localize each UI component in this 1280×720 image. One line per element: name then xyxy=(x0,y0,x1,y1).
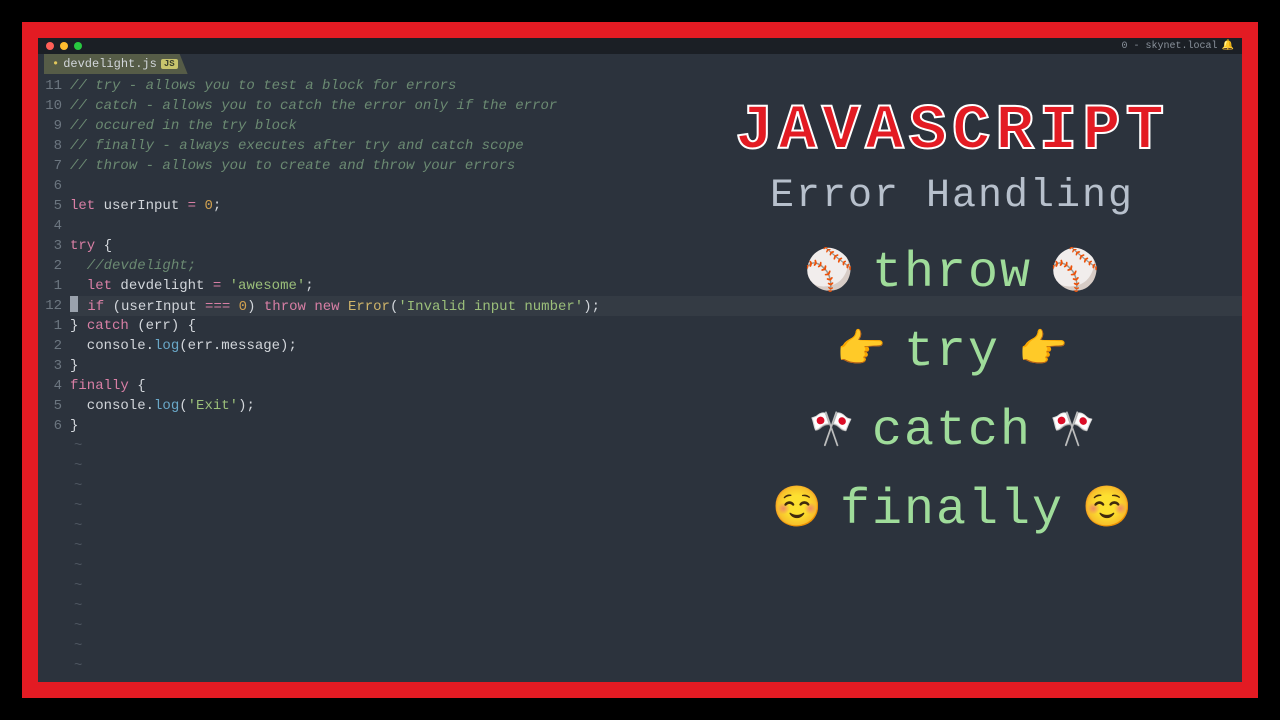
minimize-icon[interactable] xyxy=(60,42,68,50)
window-status: 0 - skynet.local 🔔 xyxy=(1122,40,1234,52)
line-number: 9 xyxy=(38,116,62,136)
js-badge: JS xyxy=(161,59,178,69)
tab-filename: devdelight.js xyxy=(63,57,157,71)
line-number-gutter: 11 10 9 8 7 6 5 4 3 2 1 12 1 2 3 4 5 6 xyxy=(38,76,70,682)
line-number: 2 xyxy=(38,336,62,356)
keyword-list: ⚾ throw ⚾ 👉 try 👉 🎌 catch 🎌 ☺️ finally xyxy=(772,245,1132,539)
keyword-row-catch: 🎌 catch 🎌 xyxy=(809,403,1095,460)
line-number: 1 xyxy=(38,316,62,336)
line-number: 4 xyxy=(38,376,62,396)
window-titlebar: 0 - skynet.local 🔔 xyxy=(38,38,1242,54)
line-number: 5 xyxy=(38,196,62,216)
cursor-icon xyxy=(70,296,78,312)
line-number: 3 xyxy=(38,236,62,256)
keyword-label: throw xyxy=(872,245,1032,302)
editor-window: 0 - skynet.local 🔔 • devdelight.js JS 11… xyxy=(38,38,1242,682)
line-number: 11 xyxy=(38,76,62,96)
overlay-title: JAVASCRIPT xyxy=(735,100,1169,164)
pointing-hand-icon: 👉 xyxy=(836,333,886,373)
keyword-row-finally: ☺️ finally ☺️ xyxy=(772,482,1132,539)
line-number: 5 xyxy=(38,396,62,416)
keyword-label: try xyxy=(904,324,1000,381)
line-number: 12 xyxy=(38,296,62,316)
keyword-label: catch xyxy=(872,403,1032,460)
thumbnail-frame: 0 - skynet.local 🔔 • devdelight.js JS 11… xyxy=(22,22,1258,698)
zoom-icon[interactable] xyxy=(74,42,82,50)
file-tab[interactable]: • devdelight.js JS xyxy=(44,54,188,74)
title-overlay: JAVASCRIPT Error Handling ⚾ throw ⚾ 👉 tr… xyxy=(662,82,1242,644)
line-number: 8 xyxy=(38,136,62,156)
overlay-subtitle: Error Handling xyxy=(770,174,1134,219)
smile-icon: ☺️ xyxy=(772,491,822,531)
line-number: 2 xyxy=(38,256,62,276)
line-number: 4 xyxy=(38,216,62,236)
keyword-row-throw: ⚾ throw ⚾ xyxy=(804,245,1100,302)
close-icon[interactable] xyxy=(46,42,54,50)
line-number: 7 xyxy=(38,156,62,176)
traffic-lights[interactable] xyxy=(46,42,82,50)
flag-icon: 🎌 xyxy=(1050,414,1095,450)
keyword-row-try: 👉 try 👉 xyxy=(836,324,1068,381)
smile-icon: ☺️ xyxy=(1082,491,1132,531)
line-number: 3 xyxy=(38,356,62,376)
bell-icon: 🔔 xyxy=(1222,40,1234,52)
modified-dot-icon: • xyxy=(52,57,59,71)
keyword-label: finally xyxy=(840,482,1064,539)
host-status-text: 0 - skynet.local xyxy=(1122,41,1218,52)
line-number: 6 xyxy=(38,176,62,196)
line-number: 1 xyxy=(38,276,62,296)
baseball-icon: ⚾ xyxy=(1050,254,1100,294)
tab-bar: • devdelight.js JS xyxy=(38,54,1242,74)
empty-line-marker: ~ xyxy=(70,656,1242,676)
baseball-icon: ⚾ xyxy=(804,254,854,294)
pointing-hand-icon: 👉 xyxy=(1018,333,1068,373)
flag-icon: 🎌 xyxy=(809,414,854,450)
line-number: 6 xyxy=(38,416,62,436)
line-number: 10 xyxy=(38,96,62,116)
